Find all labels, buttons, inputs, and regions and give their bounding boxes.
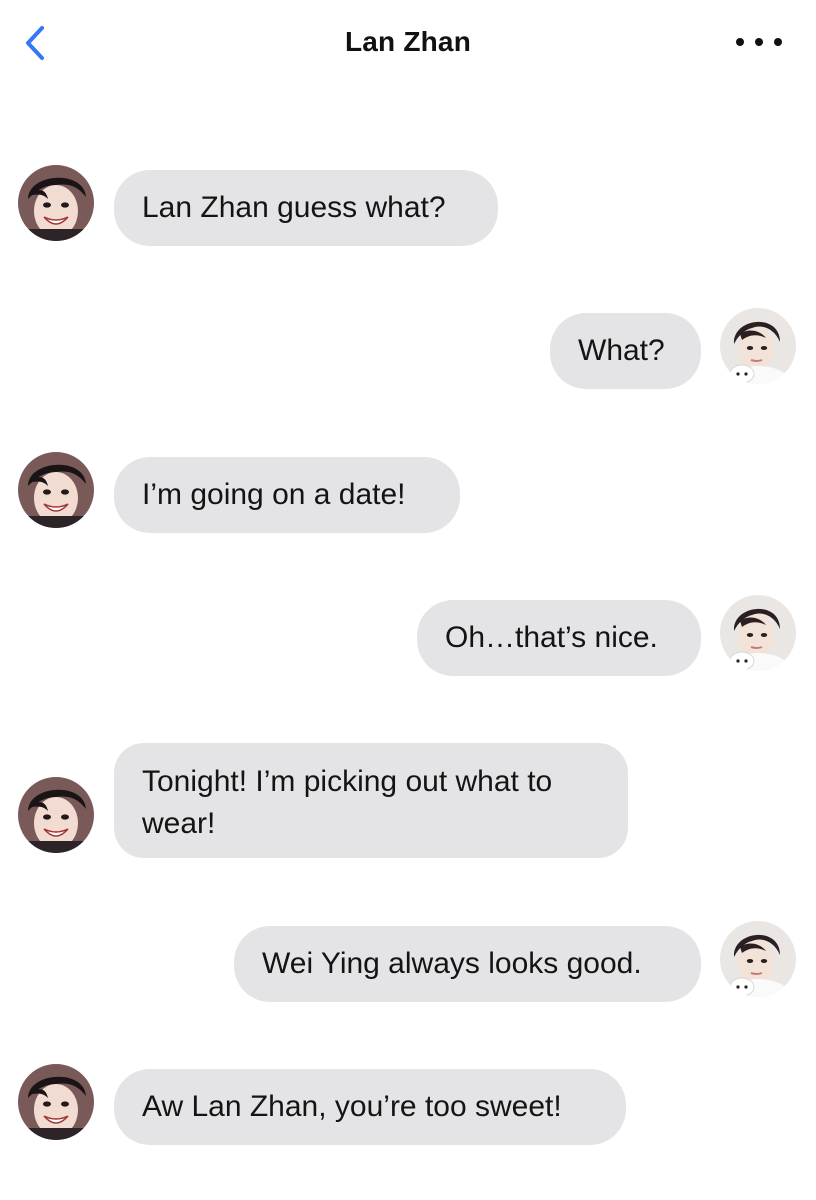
message-bubble-sent[interactable]: What? [550, 313, 701, 389]
more-options-button[interactable] [736, 28, 782, 56]
message-bubble-sent[interactable]: Oh…that’s nice. [417, 600, 701, 676]
message-bubble-received[interactable]: I’m going on a date! [114, 457, 460, 533]
avatar-wei-ying[interactable] [18, 1064, 94, 1140]
chat-header: Lan Zhan [0, 0, 816, 88]
avatar-lan-zhan[interactable] [720, 921, 796, 997]
message-bubble-sent[interactable]: Wei Ying always looks good. [234, 926, 701, 1002]
more-dot [755, 38, 763, 46]
avatar-wei-ying[interactable] [18, 452, 94, 528]
avatar-wei-ying[interactable] [18, 165, 94, 241]
message-bubble-received[interactable]: Tonight! I’m picking out what to wear! [114, 743, 628, 858]
more-dot [774, 38, 782, 46]
chat-title: Lan Zhan [344, 26, 472, 57]
more-horizontal-icon [736, 38, 744, 46]
message-bubble-received[interactable]: Aw Lan Zhan, you’re too sweet! [114, 1069, 626, 1145]
avatar-lan-zhan[interactable] [720, 308, 796, 384]
avatar-lan-zhan[interactable] [720, 595, 796, 671]
avatar-wei-ying[interactable] [18, 777, 94, 853]
message-bubble-received[interactable]: Lan Zhan guess what? [114, 170, 498, 246]
